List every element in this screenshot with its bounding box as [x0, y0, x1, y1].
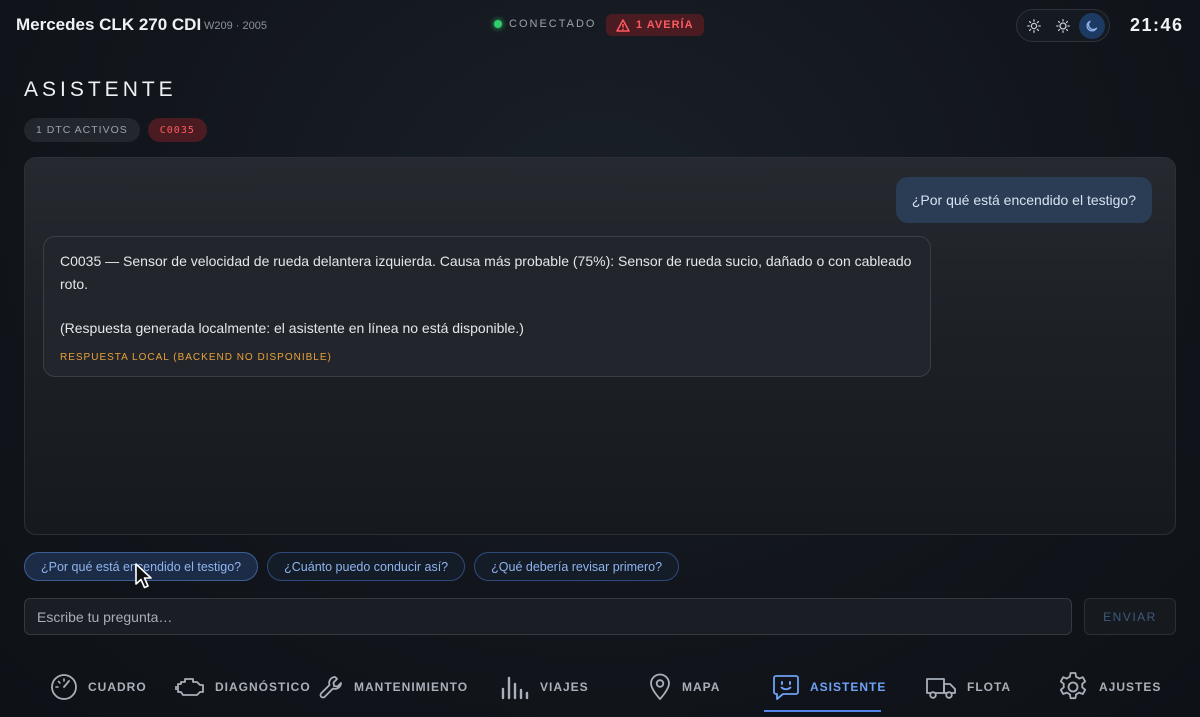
engine-icon [175, 677, 204, 696]
dtc-chips: 1 DTC ACTIVOS C0035 [24, 118, 207, 142]
nav-item-label: AJUSTES [1099, 679, 1162, 694]
status-dot-icon [494, 20, 502, 28]
nav-item-label: MANTENIMIENTO [354, 679, 469, 694]
nav-item-label: ASISTENTE [810, 679, 887, 694]
nav-item-label: DIAGNÓSTICO [215, 679, 311, 694]
vehicle-title: Mercedes CLK 270 CDI [16, 15, 202, 34]
nav-item-label: MAPA [682, 679, 721, 694]
brightness-icon [1056, 18, 1070, 33]
gear-icon [1059, 671, 1087, 699]
theme-switch[interactable] [1016, 9, 1110, 42]
connection-status: CONECTADO [494, 18, 596, 30]
fault-badge[interactable]: 1 AVERÍA [606, 14, 704, 36]
theme-option-dark[interactable] [1078, 12, 1105, 39]
suggestion-chip[interactable]: ¿Qué debería revisar primero? [474, 552, 680, 581]
composer: ENVIAR [24, 598, 1176, 635]
suggestion-chips: ¿Por qué está encendido el testigo? ¿Cuá… [24, 552, 680, 581]
warning-triangle-icon [616, 18, 630, 32]
dtc-count-chip: 1 DTC ACTIVOS [24, 118, 140, 142]
user-message: ¿Por qué está encendido el testigo? [895, 177, 1152, 223]
sun-icon [1027, 18, 1042, 33]
top-bar: Mercedes CLK 270 CDI W209 · 2005 CONECTA… [0, 0, 1200, 50]
gauge-icon [51, 673, 77, 700]
moon-icon [1086, 20, 1097, 31]
theme-option-light[interactable] [1021, 13, 1047, 39]
nav-item-viajes[interactable]: VIAJES [500, 660, 589, 713]
chat-panel[interactable]: ¿Por qué está encendido el testigo? C003… [24, 157, 1176, 535]
question-input[interactable] [24, 598, 1072, 635]
nav-item-mantenimiento[interactable]: MANTENIMIENTO [318, 660, 468, 713]
active-nav-indicator [764, 710, 881, 712]
theme-option-auto[interactable] [1050, 13, 1076, 39]
wrench-icon [319, 675, 342, 698]
map-pin-icon [650, 673, 670, 700]
send-button[interactable]: ENVIAR [1084, 598, 1176, 635]
chat-bot-icon [773, 674, 799, 700]
local-response-note: RESPUESTA LOCAL (BACKEND NO DISPONIBLE) [60, 351, 332, 363]
truck-icon [926, 677, 956, 699]
dtc-code-chip[interactable]: C0035 [147, 118, 207, 142]
clock: 21:46 [1130, 15, 1184, 35]
bottom-nav: CUADRO DIAGNÓSTICO MANTENIMIENTO VIAJES … [0, 660, 1200, 717]
nav-item-asistente[interactable]: ASISTENTE [772, 660, 886, 713]
connection-status-label: CONECTADO [509, 18, 597, 30]
page-title: ASISTENTE [24, 78, 177, 101]
nav-item-label: CUADRO [88, 679, 147, 694]
vehicle-subtitle: W209 · 2005 [204, 20, 267, 32]
bar-chart-icon [501, 676, 529, 699]
nav-item-ajustes[interactable]: AJUSTES [1057, 660, 1161, 713]
fault-badge-label: 1 AVERÍA [636, 19, 694, 31]
nav-item-diagnostico[interactable]: DIAGNÓSTICO [175, 660, 311, 713]
nav-item-cuadro[interactable]: CUADRO [50, 660, 147, 713]
assistant-message-paragraph: C0035 — Sensor de velocidad de rueda del… [60, 253, 912, 292]
assistant-message-text: C0035 — Sensor de velocidad de rueda del… [60, 250, 914, 340]
nav-item-label: VIAJES [540, 679, 589, 694]
mouse-cursor-icon [135, 563, 152, 589]
nav-item-flota[interactable]: FLOTA [925, 660, 1011, 713]
assistant-message-paragraph: (Respuesta generada localmente: el asist… [60, 320, 524, 336]
assistant-message: C0035 — Sensor de velocidad de rueda del… [43, 236, 931, 377]
suggestion-chip[interactable]: ¿Cuánto puedo conducir así? [267, 552, 466, 581]
nav-item-mapa[interactable]: MAPA [648, 660, 720, 713]
nav-item-label: FLOTA [967, 679, 1012, 694]
